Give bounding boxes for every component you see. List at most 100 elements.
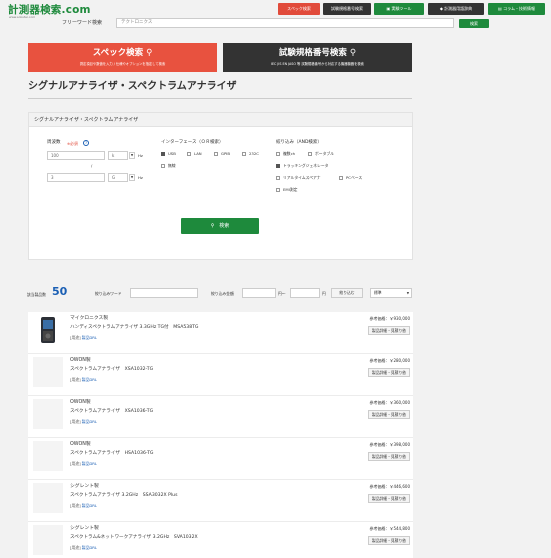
- result-count: 50: [52, 285, 68, 298]
- product-tags: [用途] 製品DRL: [70, 419, 97, 424]
- help-icon[interactable]: ?: [83, 140, 89, 146]
- product-detail-button[interactable]: 製品詳細・見積り依: [368, 494, 410, 503]
- nav-spec-search-button[interactable]: スペック検索: [278, 3, 320, 15]
- freeword-label: フリーワード検索: [62, 20, 103, 26]
- price-min-input[interactable]: [242, 288, 276, 298]
- filter-search-label: 検索: [219, 223, 230, 229]
- narrow-label: 絞り込み（AND検索）: [276, 140, 322, 145]
- product-image-placeholder[interactable]: [33, 357, 63, 387]
- nav-tools-button[interactable]: ▣ 実験ツール: [374, 3, 424, 15]
- product-tag-link[interactable]: 製品DRL: [82, 419, 97, 424]
- product-tags: [用途] 製品DRL: [70, 461, 97, 466]
- product-tag-link[interactable]: 製品DRL: [82, 503, 97, 508]
- checkbox[interactable]: [276, 176, 280, 180]
- product-price: 参考価格：￥398,000: [369, 442, 410, 447]
- nav-tools-label: 実験ツール: [391, 6, 412, 11]
- product-maker: OWON製: [70, 400, 91, 405]
- checkbox[interactable]: [242, 152, 246, 156]
- product-row: OWON製 スペクトラムアナライザ HSA1036-TG [用途] 製品DRL …: [28, 438, 413, 480]
- spec-banner-title: スペック検索: [92, 48, 144, 58]
- product-tag: [用途]: [70, 545, 81, 550]
- product-tags: [用途] 製品DRL: [70, 545, 97, 550]
- product-name[interactable]: スペクトラムアナライザ XSA1032-TG: [70, 367, 153, 373]
- product-name[interactable]: ハンディスペクトラムアナライザ 3.3GHz TG付 MSA538TG: [70, 325, 198, 331]
- product-tag-link[interactable]: 製品DRL: [82, 461, 97, 466]
- product-price: 参考価格：￥446,600: [369, 484, 410, 489]
- product-image-placeholder[interactable]: [33, 483, 63, 513]
- product-tag-link[interactable]: 製品DRL: [82, 335, 97, 340]
- product-maker: OWON製: [70, 358, 91, 363]
- product-price: 参考価格：￥360,000: [369, 400, 410, 405]
- frequency-min-unit-select[interactable]: k: [108, 151, 128, 160]
- checkbox[interactable]: [276, 152, 280, 156]
- product-price: 参考価格：￥930,000: [369, 316, 410, 321]
- checkbox-checked[interactable]: [161, 152, 165, 156]
- product-name[interactable]: スペクトラムアナライザ XSA1036-TG: [70, 409, 153, 415]
- product-detail-button[interactable]: 製品詳細・見積り依: [368, 536, 410, 545]
- spec-banner-subtitle: 測定項目や数値を入力 / 仕様やオプションを指定して検索: [79, 62, 166, 66]
- checkbox[interactable]: [276, 188, 280, 192]
- site-logo-subtitle: www.sokutei.com: [9, 15, 36, 19]
- interface-label: インターフェース（ＯＲ検索）: [161, 140, 224, 145]
- checkbox[interactable]: [308, 152, 312, 156]
- product-tag: [用途]: [70, 461, 81, 466]
- narrow-button[interactable]: 絞り込む: [331, 288, 363, 298]
- sort-select[interactable]: 標準 ▼: [370, 288, 412, 298]
- product-image[interactable]: [33, 315, 63, 345]
- chevron-down-icon[interactable]: ▼: [129, 152, 135, 159]
- standard-banner-title: 試験規格番号検索: [278, 48, 347, 58]
- product-image-placeholder[interactable]: [33, 525, 63, 555]
- product-name[interactable]: スペクトラムアナライザ 3.2GHz SSA3032X Plus: [70, 493, 177, 499]
- product-image-placeholder[interactable]: [33, 441, 63, 471]
- frequency-max-input[interactable]: 3: [47, 173, 105, 182]
- product-detail-button[interactable]: 製品詳細・見積り依: [368, 410, 410, 419]
- filter-search-button[interactable]: ⚲ 検索: [181, 218, 259, 234]
- nav-dictionary-label: 計測器用語辞典: [444, 6, 473, 11]
- checkbox[interactable]: [161, 164, 165, 168]
- price-filter-label: 絞り込み金額: [211, 291, 234, 296]
- product-detail-button[interactable]: 製品詳細・見積り依: [368, 326, 410, 335]
- narrow-emi-label: EMI測定: [283, 187, 298, 192]
- freeword-search-button[interactable]: 検索: [459, 19, 489, 28]
- interface-232c-label: 232C: [249, 151, 259, 156]
- product-tag-link[interactable]: 製品DRL: [82, 545, 97, 550]
- narrow-pc-based-label: PCベース: [346, 175, 363, 180]
- narrow-tracking-generator-label: トラッキングジェネレータ: [283, 163, 329, 168]
- checkbox[interactable]: [187, 152, 191, 156]
- nav-column-label: コラム・技術情報: [503, 6, 535, 11]
- result-count-label: 該当製品数: [27, 292, 46, 297]
- price-max-input[interactable]: [290, 288, 320, 298]
- product-price: 参考価格：￥544,800: [369, 526, 410, 531]
- standard-search-banner[interactable]: 試験規格番号検索 ⚲ IEC JIS EN JASO 等 試験規格番号から対応す…: [223, 43, 412, 72]
- freeword-search-input[interactable]: テクトロニクス: [116, 18, 454, 28]
- product-tag-link[interactable]: 製品DRL: [82, 377, 97, 382]
- interface-wireless-label: 無線: [168, 163, 176, 168]
- product-price: 参考価格：￥280,000: [369, 358, 410, 363]
- product-image-placeholder[interactable]: [33, 399, 63, 429]
- nav-standard-search-button[interactable]: 試験規格番号検索: [323, 3, 371, 15]
- product-name[interactable]: スペクトラムアナライザ HSA1036-TG: [70, 451, 153, 457]
- product-detail-button[interactable]: 製品詳細・見積り依: [368, 368, 410, 377]
- checkbox-checked[interactable]: [276, 164, 280, 168]
- checkbox[interactable]: [214, 152, 218, 156]
- product-name[interactable]: スペクトラム&ネットワークアナライザ 3.2GHz SVA1032X: [70, 535, 198, 541]
- narrow-realtime-label: リアルタイムスペアナ: [283, 175, 321, 180]
- nav-column-button[interactable]: ▤ コラム・技術情報: [488, 3, 545, 15]
- frequency-max-hz: Hz: [138, 175, 143, 180]
- product-row: シグレント製 スペクトラム&ネットワークアナライザ 3.2GHz SVA1032…: [28, 522, 413, 558]
- price-yen: 円: [322, 291, 326, 296]
- frequency-min-input[interactable]: 100: [47, 151, 105, 160]
- product-tag: [用途]: [70, 419, 81, 424]
- product-detail-button[interactable]: 製品詳細・見積り依: [368, 452, 410, 461]
- narrow-word-input[interactable]: [130, 288, 198, 298]
- frequency-max-unit-select[interactable]: G: [108, 173, 128, 182]
- product-row: OWON製 スペクトラムアナライザ XSA1036-TG [用途] 製品DRL …: [28, 396, 413, 438]
- nav-dictionary-button[interactable]: ◆ 計測器用語辞典: [428, 3, 484, 15]
- product-tags: [用途] 製品DRL: [70, 377, 97, 382]
- product-maker: OWON製: [70, 442, 91, 447]
- spec-search-banner[interactable]: スペック検索 ⚲ 測定項目や数値を入力 / 仕様やオプションを指定して検索: [28, 43, 217, 72]
- frequency-min-hz: Hz: [138, 153, 143, 158]
- checkbox[interactable]: [339, 176, 343, 180]
- chevron-down-icon[interactable]: ▼: [129, 174, 135, 181]
- product-maker: シグレント製: [70, 526, 99, 531]
